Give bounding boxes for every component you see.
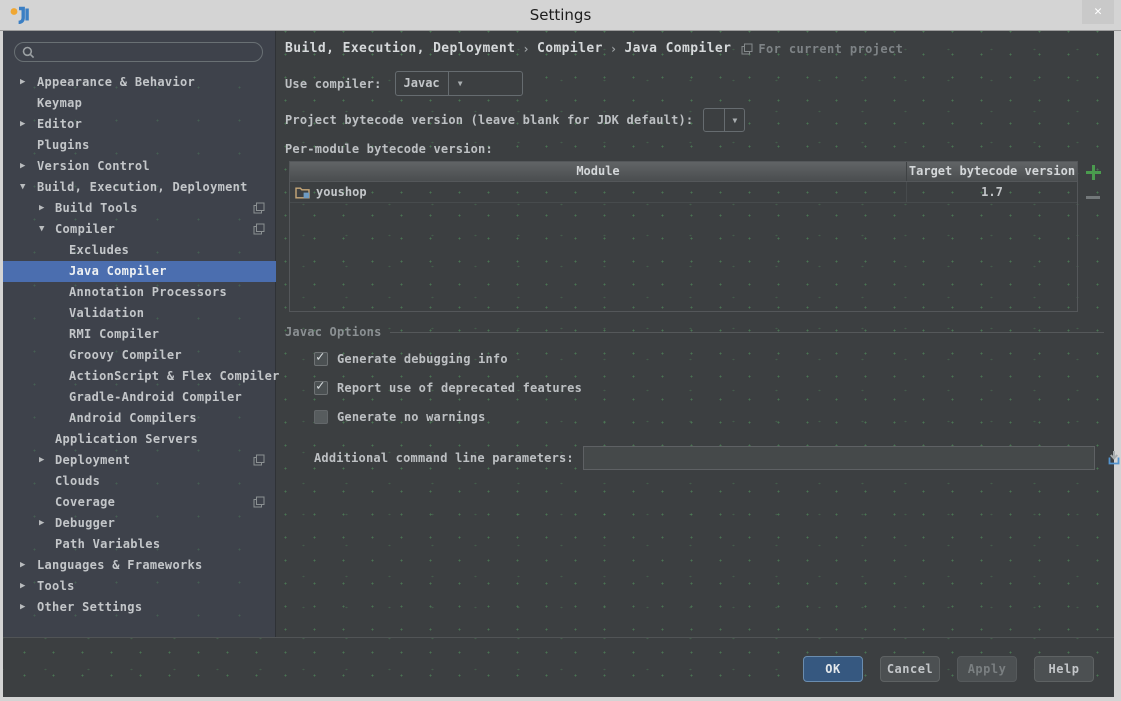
command-line-params-row: Additional command line parameters: <box>314 446 1121 470</box>
checkbox-label: Generate no warnings <box>337 410 486 424</box>
breadcrumb-compiler[interactable]: Compiler <box>537 41 603 56</box>
table-toolbar <box>1082 164 1104 199</box>
sidebar-item-gradle-android-compiler[interactable]: Gradle-Android Compiler <box>3 387 276 408</box>
sidebar-item-other-settings[interactable]: Other Settings <box>3 597 276 618</box>
sidebar-item-editor[interactable]: Editor <box>3 114 276 135</box>
ok-button[interactable]: OK <box>803 656 863 682</box>
use-compiler-value: Javac <box>396 72 448 95</box>
sidebar-item-android-compilers[interactable]: Android Compilers <box>3 408 276 429</box>
sidebar-item-build-execution-deployment[interactable]: Build, Execution, Deployment <box>3 177 276 198</box>
target-version-cell[interactable]: 1.7 <box>906 182 1077 202</box>
sidebar-item-annotation-processors[interactable]: Annotation Processors <box>3 282 276 303</box>
use-compiler-row: Use compiler: Javac <box>285 71 523 96</box>
sidebar-item-coverage[interactable]: Coverage <box>3 492 276 513</box>
search-box[interactable] <box>14 42 263 62</box>
module-name: youshop <box>316 185 367 199</box>
window-title: Settings <box>0 0 1121 31</box>
breadcrumb-separator: › <box>603 42 625 56</box>
module-folder-icon <box>295 186 310 199</box>
help-button[interactable]: Help <box>1034 656 1094 682</box>
sidebar-item-compiler[interactable]: Compiler <box>3 219 276 240</box>
settings-tree: Appearance & Behavior Keymap Editor Plug… <box>3 72 276 618</box>
generate-debugging-info-checkbox[interactable] <box>314 352 328 366</box>
breadcrumb: Build, Execution, Deployment › Compiler … <box>285 41 903 56</box>
titlebar: Settings ✕ <box>0 0 1121 31</box>
sidebar-item-deployment[interactable]: Deployment <box>3 450 276 471</box>
project-bytecode-row: Project bytecode version (leave blank fo… <box>285 108 745 132</box>
sidebar-item-build-tools[interactable]: Build Tools <box>3 198 276 219</box>
shared-settings-icon <box>253 496 265 508</box>
shared-settings-icon <box>253 454 265 466</box>
remove-module-button[interactable] <box>1086 196 1100 199</box>
per-module-table: Module Target bytecode version youshop 1… <box>289 161 1078 312</box>
sidebar-item-languages-frameworks[interactable]: Languages & Frameworks <box>3 555 276 576</box>
sidebar-item-appearance-behavior[interactable]: Appearance & Behavior <box>3 72 276 93</box>
sidebar-item-tools[interactable]: Tools <box>3 576 276 597</box>
search-input[interactable] <box>40 44 262 60</box>
dialog-buttons: OK Cancel Apply Help <box>803 656 1094 682</box>
shared-settings-icon <box>741 43 753 55</box>
project-bytecode-value <box>704 109 724 131</box>
javac-options-title: Javac Options <box>285 325 382 339</box>
use-compiler-label: Use compiler: <box>285 77 382 91</box>
section-divider <box>390 332 1104 333</box>
shared-settings-icon <box>253 202 265 214</box>
sidebar-item-excludes[interactable]: Excludes <box>3 240 276 261</box>
per-module-label: Per-module bytecode version: <box>285 142 493 156</box>
checkbox-label: Generate debugging info <box>337 352 508 366</box>
use-compiler-select[interactable]: Javac <box>395 71 523 96</box>
sidebar-item-groovy-compiler[interactable]: Groovy Compiler <box>3 345 276 366</box>
sidebar-item-version-control[interactable]: Version Control <box>3 156 276 177</box>
settings-sidebar: Appearance & Behavior Keymap Editor Plug… <box>3 31 276 637</box>
sidebar-item-clouds[interactable]: Clouds <box>3 471 276 492</box>
scope-note: For current project <box>741 42 903 56</box>
generate-debugging-info-option: Generate debugging info <box>314 351 582 366</box>
project-bytecode-label: Project bytecode version (leave blank fo… <box>285 113 693 127</box>
cancel-button[interactable]: Cancel <box>880 656 940 682</box>
sidebar-item-path-variables[interactable]: Path Variables <box>3 534 276 555</box>
chevron-down-icon[interactable] <box>724 109 744 131</box>
module-cell[interactable]: youshop <box>290 182 906 202</box>
sidebar-item-keymap[interactable]: Keymap <box>3 93 276 114</box>
expand-field-icon <box>1105 449 1121 467</box>
apply-button[interactable]: Apply <box>957 656 1017 682</box>
footer-divider <box>3 637 1114 638</box>
column-header-module[interactable]: Module <box>290 162 906 181</box>
column-header-target-bytecode-version[interactable]: Target bytecode version <box>906 162 1077 181</box>
sidebar-item-actionscript-flex-compiler[interactable]: ActionScript & Flex Compiler <box>3 366 276 387</box>
report-deprecated-features-checkbox[interactable] <box>314 381 328 395</box>
breadcrumb-java-compiler: Java Compiler <box>624 41 731 56</box>
generate-no-warnings-option: Generate no warnings <box>314 409 582 424</box>
table-header: Module Target bytecode version <box>290 162 1077 182</box>
params-input[interactable] <box>583 446 1095 470</box>
sidebar-item-application-servers[interactable]: Application Servers <box>3 429 276 450</box>
sidebar-item-validation[interactable]: Validation <box>3 303 276 324</box>
checkbox-label: Report use of deprecated features <box>337 381 582 395</box>
add-module-button[interactable] <box>1085 164 1102 181</box>
chevron-down-icon[interactable] <box>448 72 472 95</box>
javac-options-section-header: Javac Options <box>285 325 1104 339</box>
table-row[interactable]: youshop 1.7 <box>290 182 1077 203</box>
breadcrumb-separator: › <box>515 42 537 56</box>
report-deprecated-features-option: Report use of deprecated features <box>314 380 582 395</box>
sidebar-item-java-compiler[interactable]: Java Compiler <box>3 261 276 282</box>
sidebar-item-debugger[interactable]: Debugger <box>3 513 276 534</box>
close-button[interactable]: ✕ <box>1082 0 1114 24</box>
search-icon <box>22 46 35 59</box>
sidebar-item-rmi-compiler[interactable]: RMI Compiler <box>3 324 276 345</box>
settings-window: Settings ✕ Appearance & Behavior Keymap … <box>0 0 1121 701</box>
params-label: Additional command line parameters: <box>314 451 574 465</box>
shared-settings-icon <box>253 223 265 235</box>
expand-field-button[interactable] <box>1104 447 1121 470</box>
generate-no-warnings-checkbox[interactable] <box>314 410 328 424</box>
javac-options-list: Generate debugging info Report use of de… <box>314 351 582 424</box>
project-bytecode-select[interactable] <box>703 108 745 132</box>
sidebar-item-plugins[interactable]: Plugins <box>3 135 276 156</box>
java-compiler-panel: Build, Execution, Deployment › Compiler … <box>276 31 1114 637</box>
dialog-content: Appearance & Behavior Keymap Editor Plug… <box>3 31 1114 697</box>
breadcrumb-build-execution-deployment[interactable]: Build, Execution, Deployment <box>285 41 515 56</box>
